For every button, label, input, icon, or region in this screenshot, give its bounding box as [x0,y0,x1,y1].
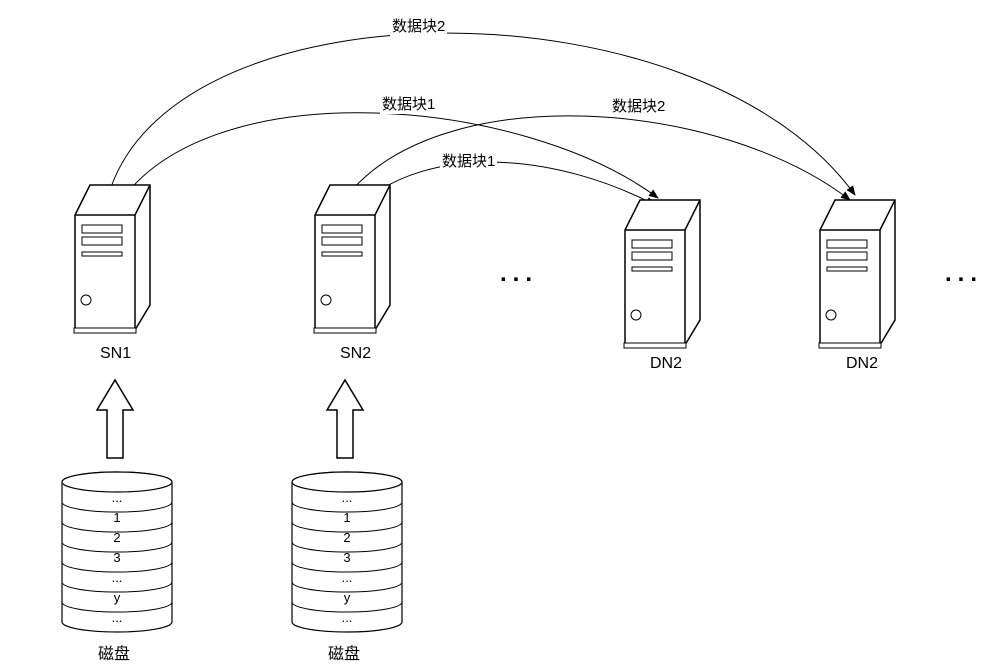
disk-row: 2 [343,530,350,545]
server-label-sn1: SN1 [100,345,131,363]
disk-row: 2 [113,530,120,545]
disk-row: 3 [343,550,350,565]
server-tower-icon [310,180,395,335]
arrow-up-icon [95,378,135,463]
server-label-dn2a: DN2 [650,355,682,373]
disk-row: y [114,590,121,605]
arrow-up-icon [325,378,365,463]
disk-cylinder-icon: ... 1 2 3 ... y ... [290,470,405,635]
disk-row: 3 [113,550,120,565]
disk-cylinder-icon: ... 1 2 3 ... y ... [60,470,175,635]
ellipsis-2: ... [945,260,983,288]
flow-label-1: 数据块2 [390,15,447,36]
server-tower-icon [815,195,900,350]
flow-label-4: 数据块1 [440,150,497,171]
disk-row: ... [342,610,353,625]
disk-row: 1 [113,510,120,525]
up-arrow-2 [325,378,365,463]
server-label-sn2: SN2 [340,345,371,363]
server-sn2 [310,180,395,335]
disk-row: ... [112,490,123,505]
disk-row: y [344,590,351,605]
disk-label-2: 磁盘 [328,640,360,664]
disk-row: 1 [343,510,350,525]
ellipsis-1: ... [500,260,538,288]
disk-row: ... [342,490,353,505]
disk-row: ... [112,610,123,625]
disk-1: ... 1 2 3 ... y ... [60,470,180,635]
up-arrow-1 [95,378,135,463]
server-label-dn2b: DN2 [846,355,878,373]
flow-label-3: 数据块2 [610,95,667,116]
server-dn2b [815,195,900,350]
disk-label-1: 磁盘 [98,640,130,664]
server-sn1 [70,180,155,335]
disk-2: ... 1 2 3 ... y ... [290,470,410,635]
flow-label-2: 数据块1 [380,93,437,114]
server-tower-icon [620,195,705,350]
disk-row: ... [112,570,123,585]
server-tower-icon [70,180,155,335]
server-dn2a [620,195,705,350]
disk-row: ... [342,570,353,585]
